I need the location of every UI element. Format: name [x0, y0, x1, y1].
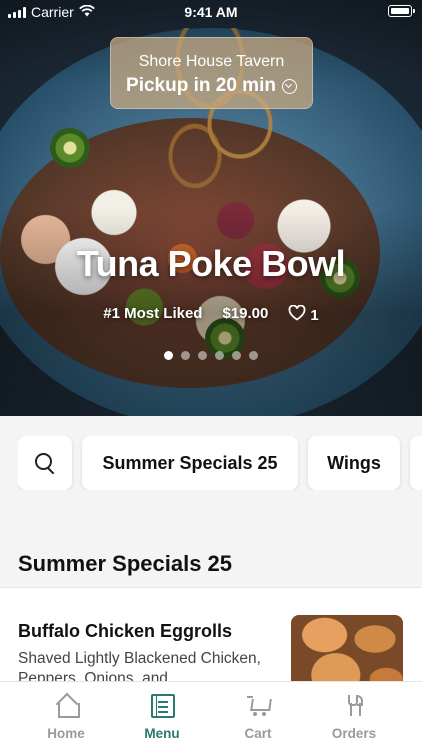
chevron-down-icon [281, 78, 297, 94]
menu-icon [151, 694, 175, 718]
pickup-time: Pickup in 20 min [126, 75, 276, 96]
search-icon [35, 453, 55, 473]
featured-item-meta: #1 Most Liked $19.00 1 [0, 304, 422, 325]
category-chip-next[interactable] [410, 436, 422, 490]
menu-item-title: Buffalo Chicken Eggrolls [18, 621, 233, 641]
search-button[interactable] [18, 436, 72, 490]
carousel-dot[interactable] [249, 351, 258, 360]
category-chip-summer-specials[interactable]: Summer Specials 25 [82, 436, 298, 490]
carousel-dots[interactable] [0, 351, 422, 360]
clock: 9:41 AM [184, 4, 238, 20]
location-name: Shore House Tavern [138, 53, 285, 70]
section-title: Summer Specials 25 [18, 551, 233, 576]
like-count: 1 [310, 306, 319, 324]
carousel-dot[interactable] [198, 351, 207, 360]
featured-item-title: Tuna Poke Bowl [76, 243, 346, 284]
tab-home[interactable]: Home [18, 682, 114, 750]
rank-badge: #1 Most Liked [103, 305, 203, 322]
carousel-dot[interactable] [164, 351, 173, 360]
tab-orders-label: Orders [331, 726, 377, 741]
fork-knife-icon [343, 694, 367, 718]
tab-menu[interactable]: Menu [114, 682, 210, 750]
heart-icon [288, 304, 306, 325]
tab-bar: Home Menu Cart Orders [0, 681, 422, 750]
tab-orders[interactable]: Orders [306, 682, 402, 750]
like-button[interactable]: 1 [288, 304, 319, 325]
carousel-dot[interactable] [181, 351, 190, 360]
home-icon [55, 694, 80, 718]
menu-item-card[interactable]: Buffalo Chicken Eggrolls Shaved Lightly … [0, 587, 422, 695]
featured-price: $19.00 [222, 305, 269, 322]
tab-cart[interactable]: Cart [210, 682, 306, 750]
location-selector[interactable]: Shore House Tavern Pickup in 20 min [110, 37, 313, 109]
cart-icon [247, 694, 271, 718]
battery-icon [388, 5, 415, 17]
tab-menu-label: Menu [144, 726, 180, 741]
tab-home-label: Home [47, 726, 85, 741]
tab-cart-label: Cart [244, 726, 272, 741]
category-chip-wings[interactable]: Wings [308, 436, 400, 490]
carousel-dot[interactable] [215, 351, 224, 360]
status-bar: Carrier 9:41 AM [0, 0, 422, 24]
carousel-dot[interactable] [232, 351, 241, 360]
category-bar: Summer Specials 25 Wings [18, 436, 422, 490]
hero-banner[interactable]: Carrier 9:41 AM Shore House Tavern Picku… [0, 0, 422, 416]
